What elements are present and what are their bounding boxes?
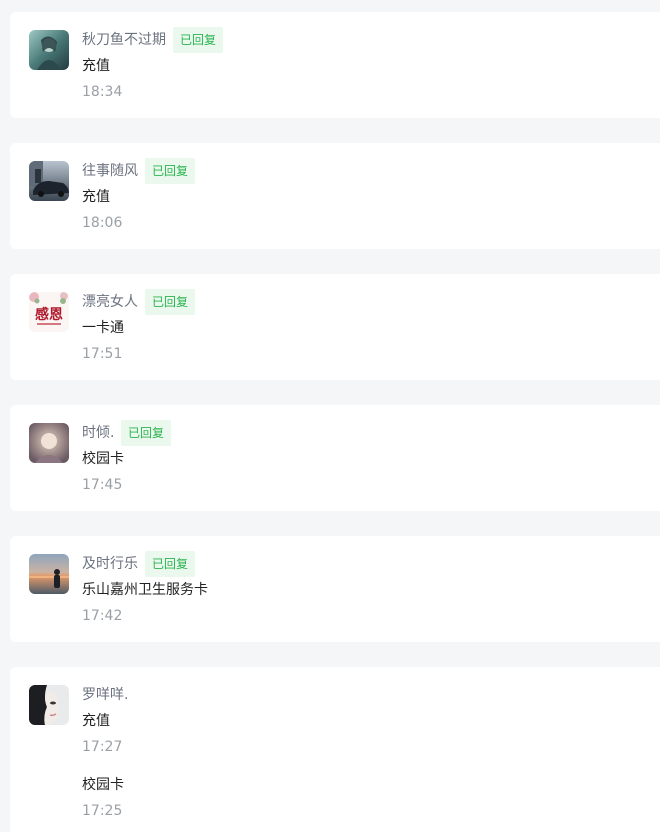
avatar-car-icon[interactable] <box>29 161 69 201</box>
message-time: 17:25 <box>82 803 123 819</box>
message-text: 充值 <box>82 713 110 729</box>
avatar-sunset-beach-icon[interactable] <box>29 554 69 594</box>
status-badge: 已回复 <box>145 158 196 184</box>
message-time: 17:27 <box>82 739 123 755</box>
message-time: 17:45 <box>82 477 123 493</box>
svg-text:感恩: 感恩 <box>35 306 63 323</box>
message-time: 18:06 <box>82 215 123 231</box>
conversation-card[interactable]: 秋刀鱼不过期 已回复 充值 18:34 <box>10 12 660 118</box>
conversation-card[interactable]: 罗咩咩. 充值 17:27 校园卡 17:25 <box>10 667 660 832</box>
contact-name: 往事随风 <box>82 163 138 179</box>
status-badge: 已回复 <box>121 420 172 446</box>
message-time: 18:34 <box>82 84 123 100</box>
status-badge: 已回复 <box>173 27 224 53</box>
conversation-card[interactable]: 感恩 漂亮女人 已回复 一卡通 17:51 <box>10 274 660 380</box>
avatar-face-profile-icon[interactable] <box>29 685 69 725</box>
message-text: 充值 <box>82 189 110 205</box>
message-time: 17:51 <box>82 346 123 362</box>
message-text: 乐山嘉州卫生服务卡 <box>82 582 208 598</box>
avatar-anime-figure-icon[interactable] <box>29 30 69 70</box>
conversation-card[interactable]: 往事随风 已回复 充值 18:06 <box>10 143 660 249</box>
status-badge: 已回复 <box>145 289 196 315</box>
avatar-portrait-icon[interactable] <box>29 423 69 463</box>
contact-name: 及时行乐 <box>82 556 138 572</box>
status-badge: 已回复 <box>145 551 196 577</box>
message-text: 校园卡 <box>82 777 124 793</box>
message-text: 一卡通 <box>82 320 124 336</box>
avatar-calligraphy-icon[interactable]: 感恩 <box>29 292 69 332</box>
contact-name: 时倾. <box>82 425 115 441</box>
conversation-card[interactable]: 及时行乐 已回复 乐山嘉州卫生服务卡 17:42 <box>10 536 660 642</box>
message-text: 充值 <box>82 58 110 74</box>
contact-name: 罗咩咩. <box>82 687 129 703</box>
conversation-list: 秋刀鱼不过期 已回复 充值 18:34 往事随风 已回复 充值 18:06 感恩… <box>0 0 660 832</box>
conversation-card[interactable]: 时倾. 已回复 校园卡 17:45 <box>10 405 660 511</box>
contact-name: 漂亮女人 <box>82 294 138 310</box>
contact-name: 秋刀鱼不过期 <box>82 32 166 48</box>
message-time: 17:42 <box>82 608 123 624</box>
message-text: 校园卡 <box>82 451 124 467</box>
